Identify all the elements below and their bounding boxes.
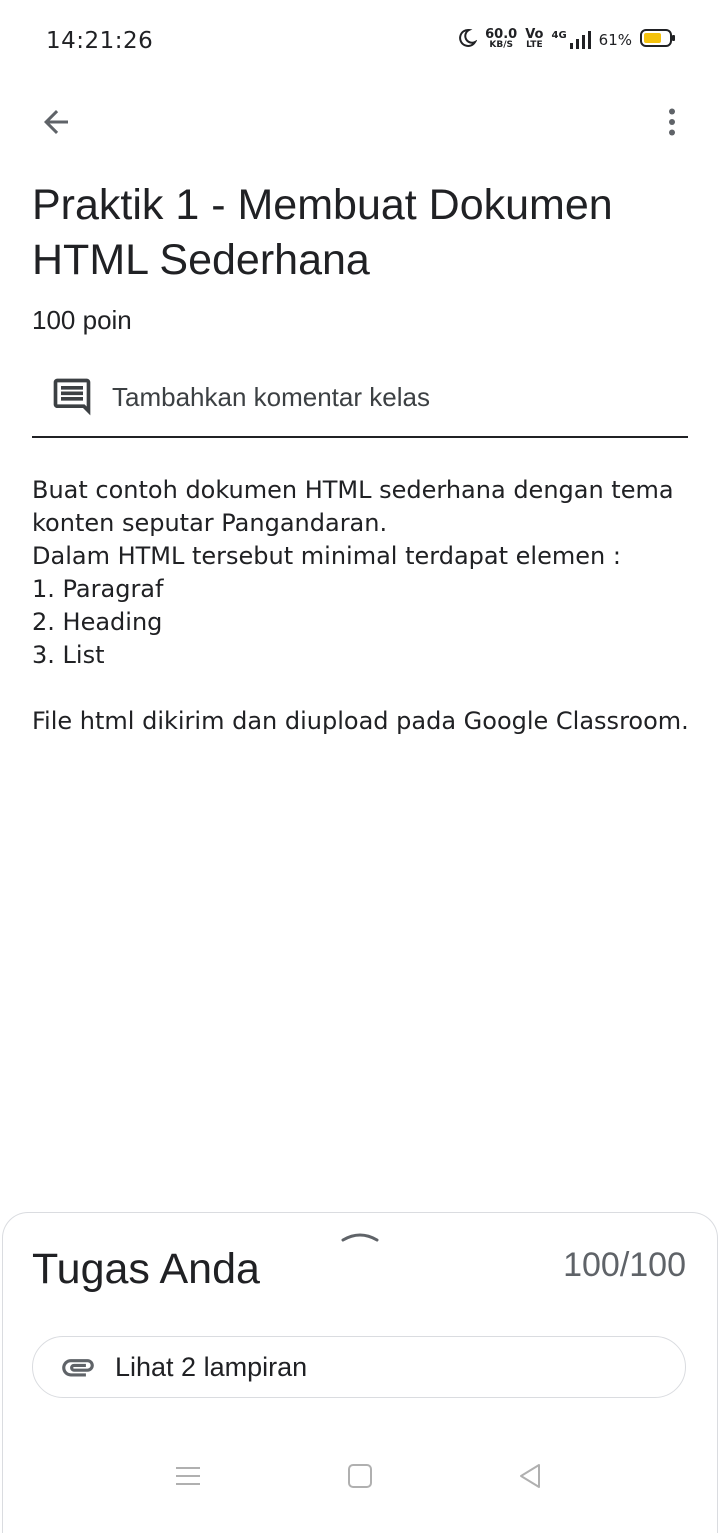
- description-line: 3. List: [32, 641, 105, 669]
- description-line: Buat contoh dokumen HTML sederhana denga…: [32, 476, 682, 537]
- volte-bottom: LTE: [526, 40, 543, 50]
- home-icon: [348, 1464, 372, 1488]
- description-line: [32, 672, 692, 705]
- add-class-comment[interactable]: Tambahkan komentar kelas: [32, 358, 688, 438]
- volte-indicator: Vo LTE: [525, 27, 544, 50]
- your-work-score: 100/100: [563, 1246, 686, 1284]
- net-speed-unit: KB/S: [489, 40, 513, 50]
- assignment-title: Praktik 1 - Membuat Dokumen HTML Sederha…: [32, 181, 613, 284]
- battery-percent: 61%: [598, 31, 632, 49]
- status-icons: 60.0 KB/S Vo LTE 4G 61%: [457, 28, 676, 52]
- your-work-title: Tugas Anda: [32, 1245, 260, 1293]
- moon-icon: [457, 28, 478, 52]
- more-vert-icon: [669, 108, 675, 136]
- assignment-description: Buat contoh dokumen HTML sederhana denga…: [32, 474, 692, 738]
- add-class-comment-label: Tambahkan komentar kelas: [112, 381, 430, 412]
- volte-top: Vo: [525, 27, 544, 42]
- arrow-back-icon: [44, 110, 68, 134]
- net-speed: 60.0 KB/S: [485, 27, 518, 50]
- back-nav-button[interactable]: [508, 1454, 552, 1498]
- assignment-points: 100 poin: [32, 305, 132, 335]
- chevron-up-icon[interactable]: [340, 1226, 380, 1246]
- attachment-icon: [62, 1359, 94, 1377]
- battery-icon: [640, 28, 676, 52]
- back-button[interactable]: [30, 96, 82, 148]
- description-line: 2. Heading: [32, 608, 163, 636]
- net-speed-value: 60.0: [485, 27, 518, 42]
- description-line: Dalam HTML tersebut minimal terdapat ele…: [32, 542, 621, 570]
- menu-icon: [176, 1467, 200, 1485]
- view-attachments-label: Lihat 2 lampiran: [115, 1351, 308, 1382]
- signal-icon: 4G: [551, 30, 591, 50]
- description-line: File html dikirim dan diupload pada Goog…: [32, 707, 689, 735]
- view-attachments-button[interactable]: Lihat 2 lampiran: [32, 1336, 686, 1398]
- more-options-button[interactable]: [646, 96, 698, 148]
- description-line: 1. Paragraf: [32, 575, 164, 603]
- status-time: 14:21:26: [46, 28, 154, 54]
- home-nav-button[interactable]: [338, 1454, 382, 1498]
- comment-icon: [53, 378, 91, 416]
- network-type: 4G: [551, 30, 567, 41]
- menu-nav-button[interactable]: [166, 1454, 210, 1498]
- back-triangle-icon: [520, 1464, 540, 1488]
